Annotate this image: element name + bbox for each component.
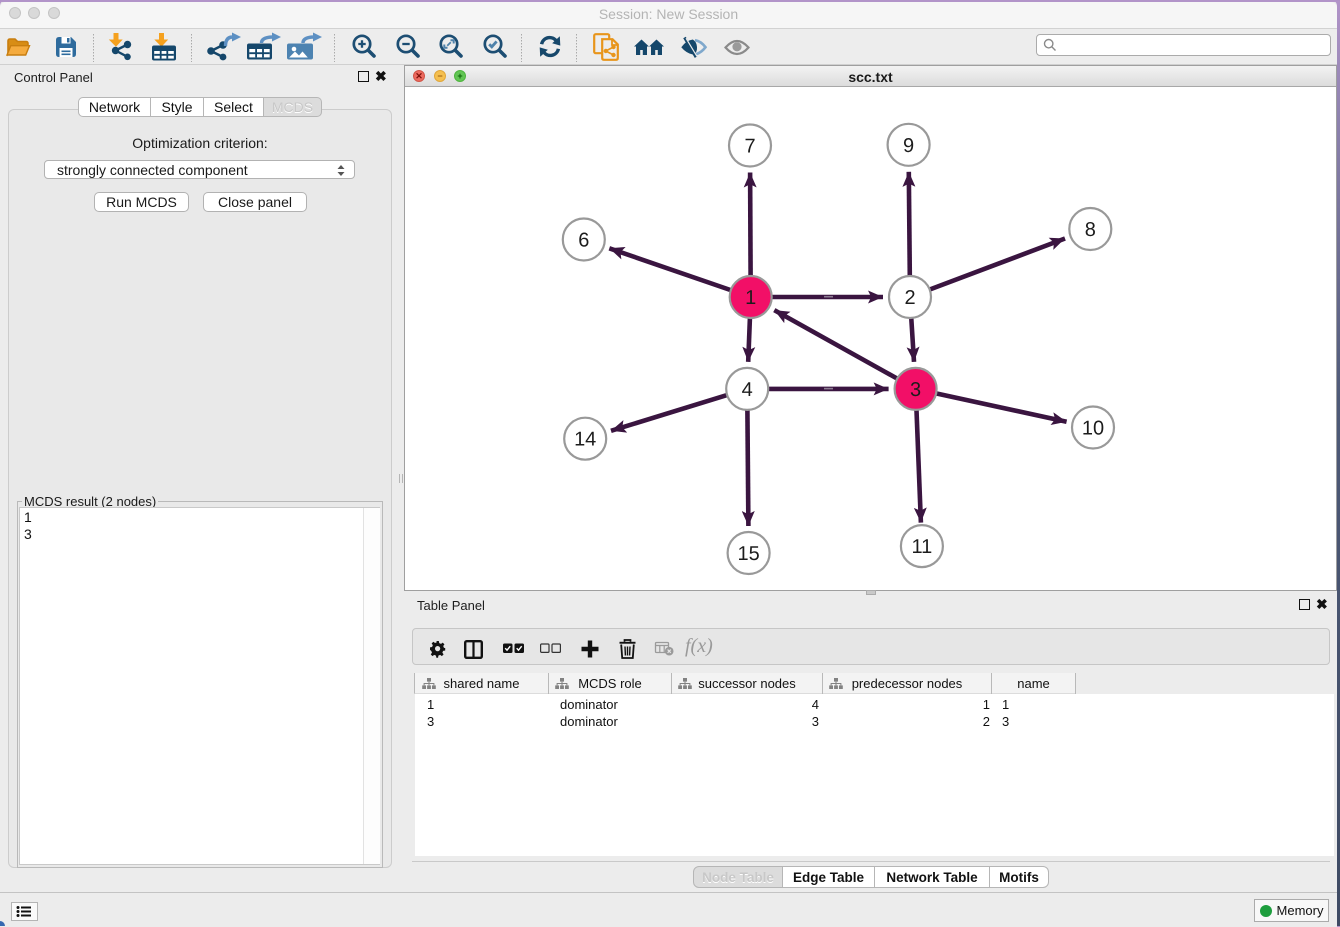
svg-text:2: 2 [904,287,915,309]
svg-text:11: 11 [912,536,933,558]
svg-text:9: 9 [903,135,914,157]
svg-text:15: 15 [737,543,759,565]
svg-text:8: 8 [1085,219,1096,241]
svg-text:3: 3 [910,379,921,401]
svg-text:10: 10 [1082,418,1104,440]
svg-text:1: 1 [745,287,756,309]
svg-text:6: 6 [578,230,589,252]
svg-text:4: 4 [742,379,753,401]
svg-text:14: 14 [574,429,596,451]
svg-text:7: 7 [744,136,755,158]
